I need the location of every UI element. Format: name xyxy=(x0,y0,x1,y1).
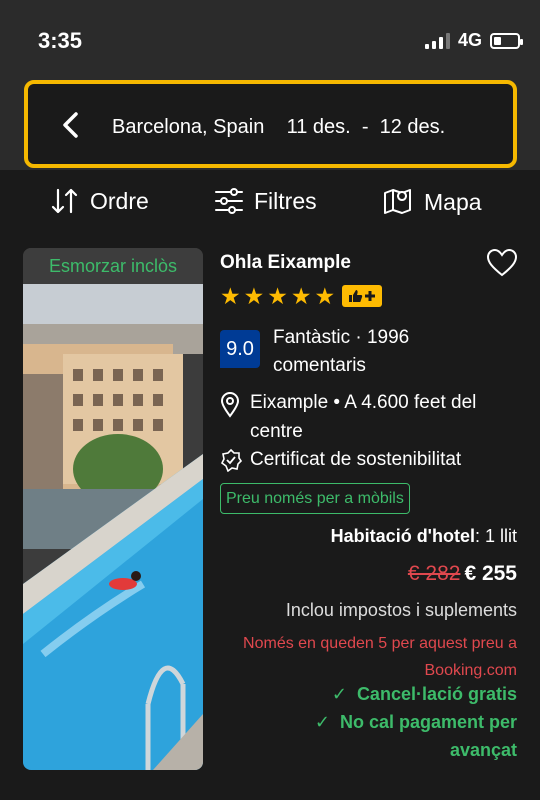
price-line: € 282 € 255 xyxy=(408,562,517,586)
filters-button[interactable]: Filtres xyxy=(214,186,317,216)
location-pin-icon xyxy=(220,392,240,418)
chevron-left-icon[interactable] xyxy=(60,112,82,138)
star-icon: ★ xyxy=(314,283,336,309)
sliders-icon xyxy=(215,188,243,214)
star-icon: ★ xyxy=(267,283,288,309)
date-from: 11 des. xyxy=(286,116,351,138)
plus-icon xyxy=(365,291,376,301)
location-text: Eixample • A 4.600 feet del centre xyxy=(250,392,477,442)
sort-button[interactable]: Ordre xyxy=(50,186,149,216)
sort-icon xyxy=(51,188,78,214)
filters-label: Filtres xyxy=(254,187,317,214)
room-type: Habitació d'hotel xyxy=(330,526,475,546)
destination: Barcelona, Spain xyxy=(112,116,265,138)
check-icon: ✓ xyxy=(314,712,330,732)
old-price: € 282 xyxy=(407,562,461,585)
heart-icon[interactable] xyxy=(486,248,518,278)
sort-label: Ordre xyxy=(90,187,149,214)
clock: 3:35 xyxy=(38,28,83,53)
no-prepayment: ✓ No cal pagament per avançat xyxy=(307,708,517,764)
room-beds: 1 llit xyxy=(484,526,517,546)
map-label: Mapa xyxy=(424,188,482,215)
results-toolbar: Ordre Filtres Mapa xyxy=(0,180,540,230)
preferred-plus-badge xyxy=(342,285,383,307)
taxes-note: Inclou impostos i suplements xyxy=(285,600,517,620)
network-type: 4G xyxy=(457,30,482,50)
free-cancel-text: Cancel·lació gratis xyxy=(356,684,517,704)
map-button[interactable]: Mapa xyxy=(382,186,482,218)
no-prepay-text: No cal pagament per avançat xyxy=(339,712,517,760)
scarcity-message: Només en queden 5 per aquest preu a Book… xyxy=(243,635,517,679)
sustainability-text: Certificat de sostenibilitat xyxy=(250,449,462,470)
location-row: Eixample • A 4.600 feet del centre xyxy=(220,386,510,446)
breakfast-badge: Esmorzar inclòs xyxy=(23,248,203,284)
property-card[interactable]: Esmorzar inclòs Ohla Eixample ★ ★ ★ ★ ★ … xyxy=(0,240,540,800)
eco-badge-icon xyxy=(220,448,242,472)
property-photo[interactable] xyxy=(23,284,203,770)
review-score: 9.0 xyxy=(220,330,260,368)
mobile-price-badge: Preu només per a mòbils xyxy=(220,483,410,514)
map-icon xyxy=(384,189,411,214)
free-cancellation: ✓ Cancel·lació gratis xyxy=(332,680,517,708)
search-summary-box[interactable]: Barcelona, Spain 11 des. - 12 des. xyxy=(24,80,517,168)
property-photo-container[interactable]: Esmorzar inclòs xyxy=(23,248,203,770)
star-icon: ★ xyxy=(290,283,312,309)
sustainability-row: Certificat de sostenibilitat xyxy=(220,448,461,472)
hotel-name[interactable]: Ohla Eixample xyxy=(220,252,351,274)
date-separator: - xyxy=(361,116,369,138)
room-info: Habitació d'hotel: 1 llit xyxy=(330,526,517,546)
star-icon: ★ xyxy=(243,283,265,309)
battery-icon xyxy=(490,32,523,49)
star-icon: ★ xyxy=(220,283,241,309)
status-icons: 4G xyxy=(424,30,523,51)
status-bar: 3:35 4G xyxy=(0,0,540,70)
review-summary: Fantàstic · 1996 comentaris xyxy=(273,327,410,376)
star-rating: ★ ★ ★ ★ ★ xyxy=(220,283,383,309)
score-word: Fantàstic xyxy=(273,327,351,348)
search-summary[interactable]: Barcelona, Spain 11 des. - 12 des. xyxy=(112,116,445,139)
date-to: 12 des. xyxy=(379,116,446,138)
thumbs-up-icon xyxy=(349,290,363,302)
current-price: € 255 xyxy=(464,562,517,585)
check-icon: ✓ xyxy=(331,684,347,704)
signal-icon xyxy=(424,32,450,49)
